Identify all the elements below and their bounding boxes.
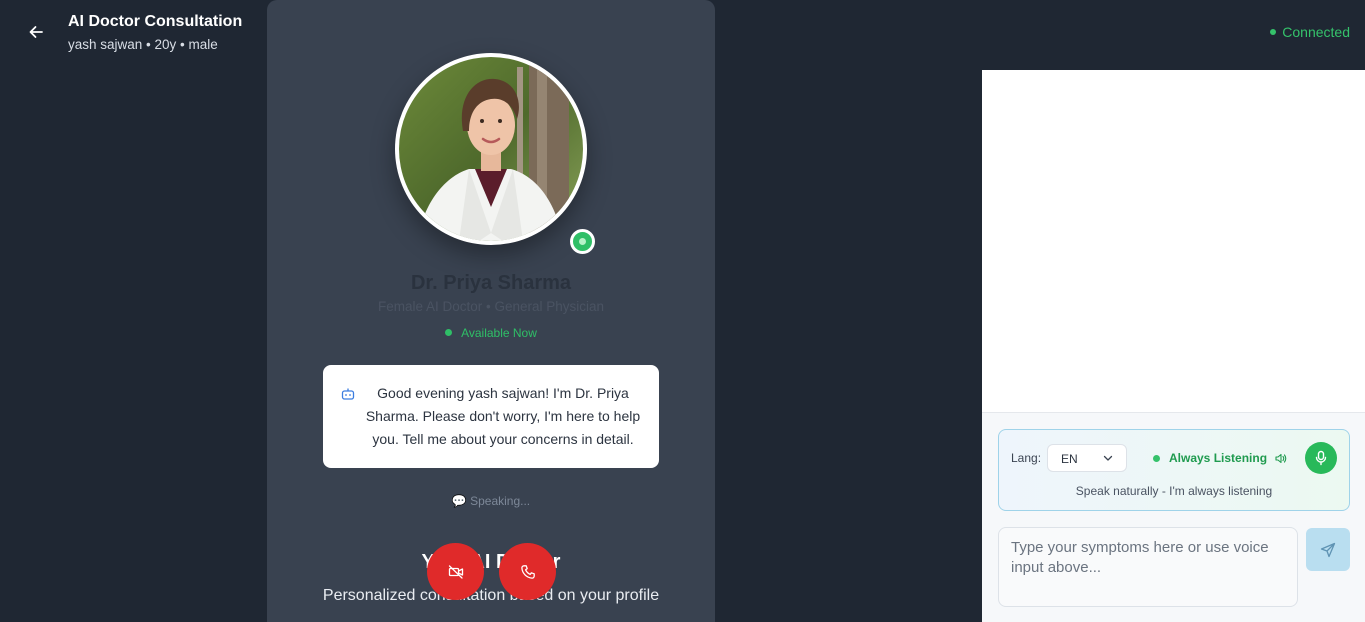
language-label: Lang: bbox=[1011, 451, 1042, 465]
robot-icon bbox=[341, 388, 355, 400]
hero-title: Your AI Doctor bbox=[421, 551, 561, 573]
hero-subtitle: Personalized consultation based on your … bbox=[322, 587, 660, 604]
symptoms-input[interactable] bbox=[998, 527, 1298, 607]
end-call-button[interactable] bbox=[499, 543, 556, 600]
speaker-icon bbox=[1275, 453, 1287, 463]
greeting-bubble: Good evening yash sajwan! I'm Dr. Priya … bbox=[323, 365, 659, 468]
online-indicator bbox=[570, 229, 595, 254]
connection-status: Connected bbox=[1270, 24, 1350, 40]
send-icon bbox=[1320, 542, 1336, 557]
listening-label: Always Listening bbox=[1169, 451, 1268, 465]
microphone-icon bbox=[1315, 450, 1327, 466]
video-off-icon bbox=[448, 564, 463, 579]
greeting-text: Good evening yash sajwan! I'm Dr. Priya … bbox=[365, 385, 641, 447]
listening-dot bbox=[1153, 454, 1160, 462]
phone-icon bbox=[520, 564, 535, 579]
back-button[interactable] bbox=[22, 20, 50, 44]
voice-hint: Speak naturally - I'm always listening bbox=[1075, 484, 1273, 498]
doctor-avatar bbox=[395, 53, 587, 245]
doctor-photo bbox=[399, 57, 583, 241]
connection-status-label: Connected bbox=[1282, 24, 1350, 40]
doctor-role: Female AI Doctor • General Physician bbox=[377, 299, 605, 314]
language-value: EN bbox=[1061, 452, 1078, 466]
language-select[interactable]: EN bbox=[1047, 444, 1127, 472]
status-dot bbox=[1270, 29, 1277, 35]
chevron-down-icon bbox=[1103, 455, 1113, 461]
availability-status: Available Now bbox=[267, 326, 715, 340]
page-title: AI Doctor Consultation bbox=[68, 13, 243, 30]
doctor-name: Dr. Priya Sharma bbox=[410, 272, 572, 294]
microphone-button[interactable] bbox=[1305, 442, 1337, 474]
arrow-left-icon bbox=[29, 26, 43, 38]
toggle-video-button[interactable] bbox=[427, 543, 484, 600]
patient-info: yash sajwan • 20y • male bbox=[68, 37, 218, 52]
speaking-indicator: 💬 Speaking... bbox=[451, 494, 531, 508]
availability-dot bbox=[445, 329, 453, 336]
send-button[interactable] bbox=[1306, 528, 1350, 571]
availability-label: Available Now bbox=[461, 326, 537, 340]
listening-status: Always Listening bbox=[1153, 451, 1287, 465]
